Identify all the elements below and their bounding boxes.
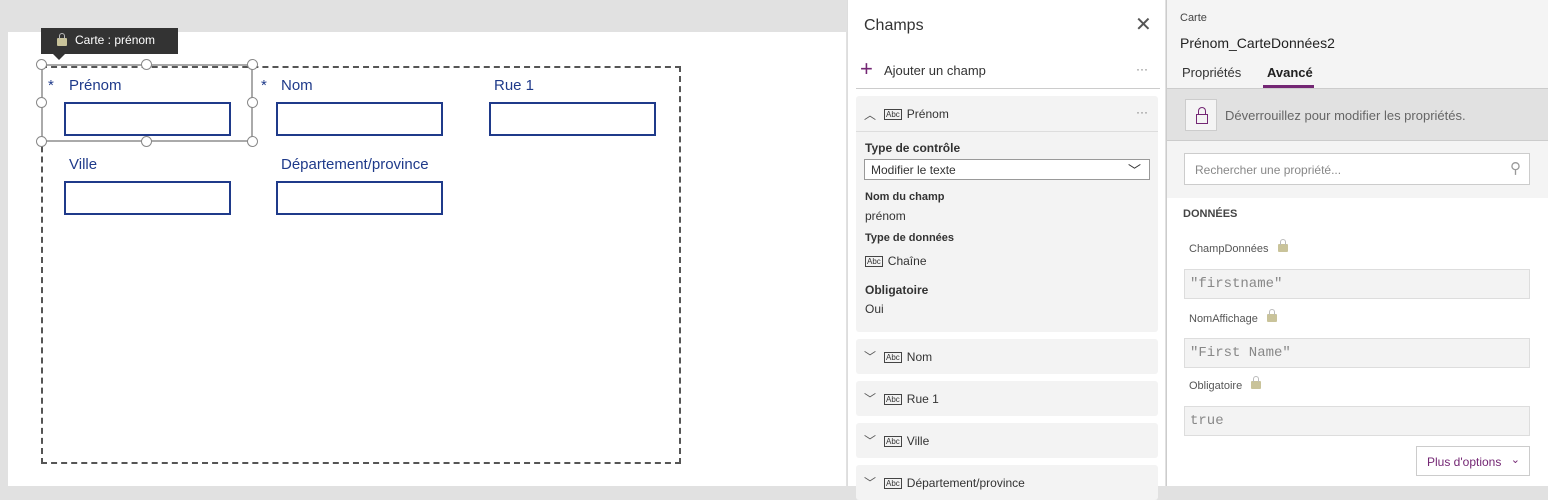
data-type-label: Type de données — [865, 232, 955, 244]
prop-label: Obligatoire — [1189, 376, 1262, 392]
tab-proprietes[interactable]: Propriétés — [1182, 65, 1241, 80]
card-tooltip: Carte : prénom — [41, 28, 178, 60]
close-icon[interactable]: ✕ — [1135, 12, 1152, 37]
lock-icon — [1251, 376, 1262, 389]
text-type-icon: Abc — [884, 478, 902, 490]
required-marker: * — [48, 77, 54, 94]
text-type-icon: Abc — [884, 352, 902, 364]
fields-panel: Champs ✕ + Ajouter un champ ··· ︿ Abc Pré… — [847, 0, 1165, 500]
field-label-prenom: Prénom — [69, 77, 122, 94]
prop-label: ChampDonnées — [1189, 239, 1288, 255]
dropdown-value: Modifier le texte — [871, 163, 956, 177]
text-type-icon: Abc — [865, 256, 883, 268]
field-card-title: Rue 1 — [906, 392, 939, 406]
prop-input-obligatoire[interactable]: true — [1184, 406, 1530, 436]
prop-input-champdonnees[interactable]: "firstname" — [1184, 269, 1530, 299]
field-card-rue1[interactable]: ﹀ Abc Rue 1 — [856, 381, 1158, 416]
lock-icon — [1266, 309, 1277, 322]
input-departement[interactable] — [276, 181, 443, 215]
field-label-ville: Ville — [69, 156, 98, 173]
chevron-down-icon: ﹀ — [1127, 163, 1141, 178]
required-label: Obligatoire — [865, 283, 929, 297]
resize-handle[interactable] — [36, 136, 47, 147]
field-card-departement[interactable]: ﹀ Abc Département/province — [856, 465, 1158, 500]
field-label-departement: Département/province — [281, 156, 429, 173]
unlock-button[interactable] — [1185, 99, 1217, 131]
field-card-title: Nom — [906, 350, 933, 364]
prop-input-nomaffichage[interactable]: "First Name" — [1184, 338, 1530, 368]
input-rue1[interactable] — [489, 102, 656, 136]
resize-handle[interactable] — [36, 59, 47, 70]
properties-pane: Carte Prénom_CarteDonnées2 Propriétés Av… — [1166, 0, 1548, 486]
resize-handle[interactable] — [141, 59, 152, 70]
resize-handle[interactable] — [247, 136, 258, 147]
field-card-ville[interactable]: ﹀ Abc Ville — [856, 423, 1158, 458]
search-icon: ⚲ — [1510, 160, 1521, 177]
text-type-icon: Abc — [884, 436, 902, 448]
property-search-input[interactable]: Rechercher une propriété... ⚲ — [1184, 153, 1530, 185]
lock-icon — [1196, 114, 1208, 124]
field-card-title: Ville — [906, 434, 930, 448]
control-name: Prénom_CarteDonnées2 — [1180, 35, 1335, 51]
required-value: Oui — [865, 302, 884, 316]
field-name-value: prénom — [865, 209, 906, 223]
data-type-value: Chaîne — [887, 254, 927, 268]
text-type-icon: Abc — [884, 394, 902, 406]
control-type-label: Type de contrôle — [865, 141, 961, 155]
more-options-button[interactable]: Plus d'options ⌄ — [1416, 446, 1530, 476]
resize-handle[interactable] — [247, 97, 258, 108]
lock-icon — [1277, 239, 1288, 252]
input-prenom[interactable] — [64, 102, 231, 136]
search-placeholder: Rechercher une propriété... — [1195, 163, 1342, 177]
tab-avance[interactable]: Avancé — [1267, 65, 1313, 80]
more-icon[interactable]: ··· — [1136, 105, 1148, 119]
more-icon[interactable]: ··· — [1136, 62, 1148, 76]
plus-icon: + — [860, 56, 873, 81]
resize-handle[interactable] — [36, 97, 47, 108]
field-card-title[interactable]: Prénom — [907, 107, 949, 121]
panel-title: Champs — [864, 17, 924, 34]
chevron-up-icon[interactable]: ︿ — [864, 106, 876, 123]
divider — [856, 88, 1160, 89]
unlock-message: Déverrouillez pour modifier les propriét… — [1225, 108, 1466, 123]
field-label-rue1: Rue 1 — [494, 77, 535, 94]
text-type-icon: Abc — [884, 109, 902, 121]
more-options-label: Plus d'options — [1427, 455, 1502, 469]
input-ville[interactable] — [64, 181, 231, 215]
add-field-button[interactable]: Ajouter un champ — [884, 63, 986, 78]
tooltip-text: Carte : prénom — [75, 33, 156, 47]
field-card-title: Département/province — [906, 476, 1025, 490]
field-label-nom: Nom — [281, 77, 313, 94]
section-header: DONNÉES — [1183, 208, 1238, 220]
resize-handle[interactable] — [247, 59, 258, 70]
control-type-dropdown[interactable]: Modifier le texte ﹀ — [864, 159, 1150, 180]
field-card-nom[interactable]: ﹀ Abc Nom — [856, 339, 1158, 374]
prop-label: NomAffichage — [1189, 309, 1277, 325]
resize-handle[interactable] — [141, 136, 152, 147]
field-card-expanded: ︿ Abc Prénom ··· Type de contrôle Modifie… — [856, 96, 1158, 332]
pane-kind: Carte — [1180, 12, 1207, 24]
input-nom[interactable] — [276, 102, 443, 136]
required-marker: * — [261, 77, 267, 94]
chevron-down-icon: ⌄ — [1510, 454, 1520, 466]
lock-icon — [57, 33, 67, 46]
field-name-label: Nom du champ — [865, 191, 945, 203]
